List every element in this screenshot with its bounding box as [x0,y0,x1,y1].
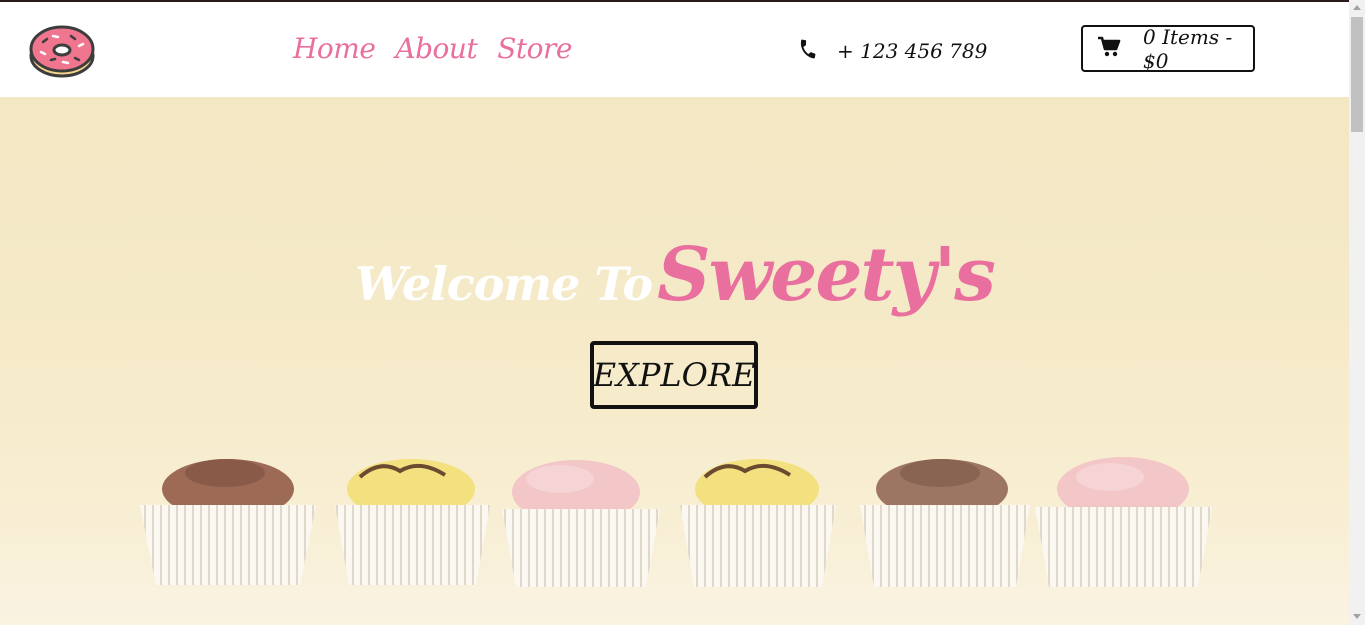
hero-welcome-text: Welcome To [355,257,653,311]
hero-heading: Welcome To Sweety's [0,232,1349,318]
cupcake-pink [1035,457,1212,587]
nav-link-about[interactable]: About [395,32,477,65]
phone-icon [797,38,819,64]
cart-icon [1097,36,1121,62]
scroll-thumb[interactable] [1351,17,1363,132]
main-nav: Home About Store [293,32,572,65]
cupcake-chocolate [140,459,316,585]
hero-banner: Welcome To Sweety's EXPLORE [0,97,1349,625]
hero-brand-name: Sweety's [657,232,996,318]
nav-link-home[interactable]: Home [293,32,376,65]
cupcake-yellow [680,459,836,587]
navbar: Home About Store + 123 456 789 0 Items -… [0,2,1349,97]
scroll-down-icon[interactable] [1353,614,1361,619]
nav-link-store[interactable]: Store [497,32,572,65]
vertical-scrollbar[interactable] [1349,0,1365,625]
phone-contact: + 123 456 789 [797,38,987,64]
cart-summary: 0 Items - $0 [1143,24,1233,73]
donut-icon[interactable] [29,24,95,78]
cupcake-yellow [335,459,490,585]
phone-number: + 123 456 789 [837,39,988,63]
cart-button[interactable]: 0 Items - $0 [1081,24,1255,73]
cupcakes-image [0,457,1349,625]
cupcake-pink [502,460,660,587]
explore-button[interactable]: EXPLORE [590,341,758,409]
scroll-up-icon[interactable] [1353,5,1361,10]
cupcake-chocolate [860,459,1030,587]
